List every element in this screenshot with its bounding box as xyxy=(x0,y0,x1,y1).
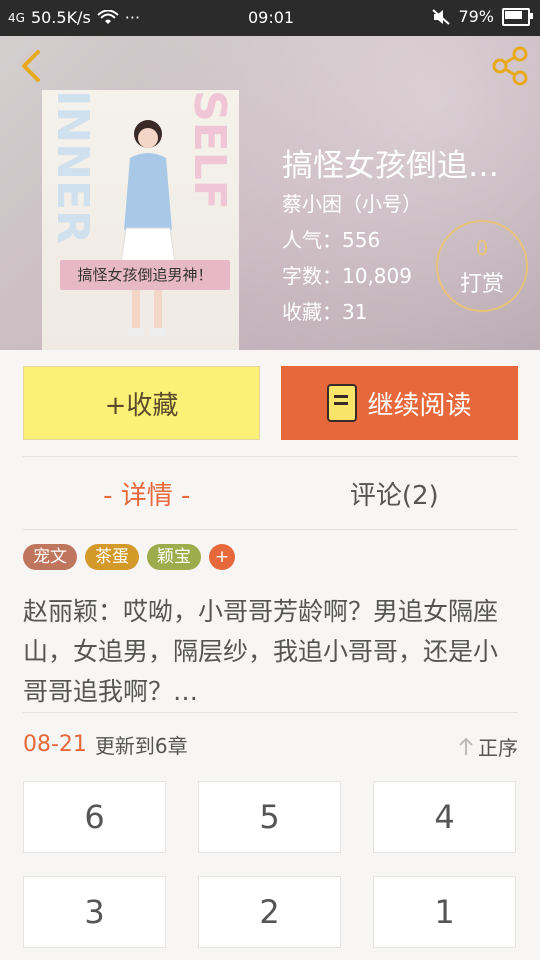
chapter-button[interactable]: 2 xyxy=(198,876,341,948)
network-speed: 50.5K/s xyxy=(30,8,91,27)
tab-details[interactable]: - 详情 - xyxy=(23,457,271,529)
update-text: 更新到6章 xyxy=(94,734,188,758)
tip-count: 0 xyxy=(475,236,489,260)
battery-icon xyxy=(502,7,533,26)
detail-tabs: - 详情 - 评论(2) xyxy=(23,456,518,530)
author-name[interactable]: 蔡小困（小号） xyxy=(282,188,422,217)
tag-item[interactable]: 颖宝 xyxy=(147,544,201,570)
mute-icon xyxy=(432,8,451,25)
tip-button[interactable]: 0 打赏 xyxy=(436,220,528,312)
wifi-icon xyxy=(97,9,119,24)
status-bar: 4G 50.5K/s ··· 09:01 79% xyxy=(0,0,540,36)
update-info: 08-21 更新到6章 xyxy=(23,730,188,759)
cover-letters-right: SELF xyxy=(184,90,235,210)
cover-letters-left: INNER xyxy=(47,90,98,244)
clock: 09:01 xyxy=(248,8,295,27)
back-icon[interactable] xyxy=(12,46,52,86)
share-icon[interactable] xyxy=(490,46,530,86)
sort-order-label: 正序 xyxy=(478,736,518,760)
status-right: 79% xyxy=(432,7,533,26)
book-icon xyxy=(327,384,358,422)
battery-percent: 79% xyxy=(458,7,494,26)
chapter-button[interactable]: 6 xyxy=(23,781,166,853)
update-date: 08-21 xyxy=(23,732,87,757)
continue-reading-button[interactable]: 继续阅读 xyxy=(281,366,518,440)
tag-item[interactable]: 茶蛋 xyxy=(85,544,139,570)
favorite-count: 收藏：31 xyxy=(282,300,368,324)
chapter-button[interactable]: 1 xyxy=(373,876,516,948)
cover-figure xyxy=(119,120,177,336)
cover-caption: 搞怪女孩倒追男神！ xyxy=(60,260,230,290)
tip-label: 打赏 xyxy=(459,272,504,297)
add-tag-button[interactable]: + xyxy=(209,544,235,570)
chapter-button[interactable]: 5 xyxy=(198,781,341,853)
chapter-button[interactable]: 3 xyxy=(23,876,166,948)
sort-up-icon xyxy=(459,737,473,755)
signal-indicator: 4G xyxy=(8,10,25,25)
divider xyxy=(23,712,518,713)
add-favorite-label: +收藏 xyxy=(104,390,179,421)
tag-item[interactable]: 宠文 xyxy=(23,544,77,570)
chapter-button[interactable]: 4 xyxy=(373,781,516,853)
book-header: INNER SELF 搞怪女孩倒追男神！ 搞怪女孩倒追… 蔡小困（小号） 人气：… xyxy=(0,36,540,350)
status-left: 4G 50.5K/s ··· xyxy=(8,8,140,27)
continue-reading-label: 继续阅读 xyxy=(367,390,472,421)
book-title: 搞怪女孩倒追… xyxy=(282,148,499,184)
tab-comments[interactable]: 评论(2) xyxy=(271,457,519,529)
sort-order-toggle[interactable]: 正序 xyxy=(458,732,518,761)
status-more: ··· xyxy=(124,8,141,27)
add-favorite-button[interactable]: +收藏 xyxy=(23,366,260,440)
book-description[interactable]: 赵丽颖：哎呦，小哥哥芳龄啊？男追女隔座山，女追男，隔层纱，我追小哥哥，还是小哥哥… xyxy=(23,592,518,712)
word-count: 字数：10,809 xyxy=(282,264,412,288)
tag-list: 宠文 茶蛋 颖宝 + xyxy=(23,544,235,570)
popularity: 人气：556 xyxy=(282,228,381,252)
book-cover[interactable]: INNER SELF 搞怪女孩倒追男神！ xyxy=(42,90,239,350)
